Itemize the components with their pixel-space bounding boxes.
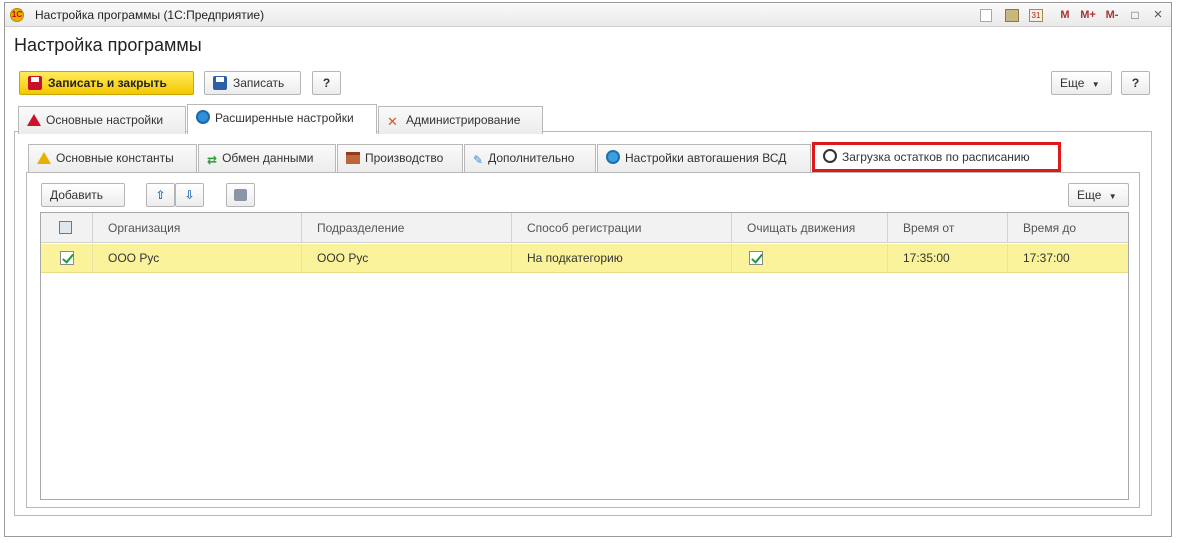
dropdown-arrow-icon: ▼ (1091, 80, 1100, 89)
exchange-icon: ⇄ (207, 153, 218, 167)
factory-icon (346, 152, 360, 164)
warning-yellow-icon (37, 152, 51, 164)
arrow-up-icon: ⇧ (155, 188, 166, 202)
header-check-column[interactable] (41, 213, 93, 243)
table-row[interactable]: ООО Рус ООО Рус На подкатегорию 17:35:00… (41, 244, 1128, 273)
tab-production[interactable]: Производство (337, 144, 463, 172)
title-bar: 1С Настройка программы (1С:Предприятие) … (5, 3, 1171, 27)
save-label: Записать (233, 76, 285, 90)
table-header: Организация Подразделение Способ регистр… (41, 213, 1128, 243)
close-button[interactable]: × (1151, 7, 1165, 23)
tab-basic-settings[interactable]: Основные настройки (18, 106, 186, 134)
header-organization[interactable]: Организация (94, 213, 302, 243)
tab-label: Администрирование (406, 113, 521, 127)
auto-icon (606, 150, 620, 164)
save-and-close-button[interactable]: Записать и закрыть (19, 71, 194, 95)
more-label: Еще (1060, 76, 1085, 90)
tab-scheduled-balance-load[interactable]: Загрузка остатков по расписанию (812, 142, 1061, 172)
warning-red-icon (27, 114, 41, 126)
grid-more-label: Еще (1077, 188, 1102, 202)
save-and-close-label: Записать и закрыть (48, 76, 167, 90)
cell-organization[interactable]: ООО Рус (94, 244, 302, 273)
floppy-icon (213, 76, 227, 90)
cell-division[interactable]: ООО Рус (303, 244, 512, 273)
tab-vsd-autoclose[interactable]: Настройки автогашения ВСД (597, 144, 811, 172)
header-division[interactable]: Подразделение (303, 213, 512, 243)
tab-label: Дополнительно (488, 151, 575, 165)
arrow-down-icon: ⇩ (184, 188, 195, 202)
header-time-to[interactable]: Время до (1009, 213, 1128, 243)
window-title: Настройка программы (1С:Предприятие) (35, 8, 265, 22)
page-title: Настройка программы (14, 35, 202, 55)
tab-additional[interactable]: ✎ Дополнительно (464, 144, 596, 172)
memory-m-button[interactable]: M (1057, 7, 1073, 23)
tab-label: Настройки автогашения ВСД (625, 151, 787, 165)
tab-label: Обмен данными (222, 151, 314, 165)
more-button[interactable]: Еще ▼ (1051, 71, 1112, 95)
maximize-button[interactable]: □ (1128, 7, 1142, 23)
settings-button[interactable] (226, 183, 255, 207)
header-registration-method[interactable]: Способ регистрации (513, 213, 732, 243)
header-time-from[interactable]: Время от (889, 213, 1008, 243)
tab-label: Загрузка остатков по расписанию (842, 150, 1030, 164)
tab-basic-constants[interactable]: Основные константы (28, 144, 197, 172)
tab-data-exchange[interactable]: ⇄ Обмен данными (198, 144, 336, 172)
list-settings-icon (234, 189, 247, 201)
tab-label: Производство (365, 151, 444, 165)
check-all-icon (59, 221, 72, 234)
memory-minus-button[interactable]: M- (1102, 7, 1122, 23)
calculator-icon[interactable] (1005, 9, 1019, 22)
add-button[interactable]: Добавить (41, 183, 125, 207)
row-check-cell[interactable] (41, 244, 93, 273)
checkbox-checked-icon[interactable] (60, 251, 74, 265)
clock-icon (823, 149, 837, 163)
cell-clear-movements[interactable] (733, 244, 888, 273)
move-up-button[interactable]: ⇧ (146, 183, 175, 207)
floppy-icon (28, 76, 42, 90)
grid-more-button[interactable]: Еще ▼ (1068, 183, 1129, 207)
tab-label: Основные константы (56, 151, 174, 165)
help-button[interactable]: ? (312, 71, 341, 95)
memory-plus-button[interactable]: M+ (1077, 7, 1099, 23)
extra-icon: ✎ (473, 153, 484, 167)
tab-label: Расширенные настройки (215, 111, 354, 125)
help-button-right[interactable]: ? (1121, 71, 1150, 95)
cell-time-to[interactable]: 17:37:00 (1009, 244, 1128, 273)
1c-logo-icon: 1С (10, 8, 24, 22)
calendar-icon[interactable]: 31 (1029, 9, 1043, 22)
move-down-button[interactable]: ⇩ (175, 183, 204, 207)
checkbox-checked-icon[interactable] (749, 251, 763, 265)
save-button[interactable]: Записать (204, 71, 301, 95)
tools-icon: ✕ (387, 114, 398, 129)
cell-registration-method[interactable]: На подкатегорию (513, 244, 732, 273)
cell-time-from[interactable]: 17:35:00 (889, 244, 1008, 273)
bookmark-icon[interactable] (980, 9, 992, 22)
gear-blue-icon (196, 110, 210, 124)
header-clear-movements[interactable]: Очищать движения (733, 213, 888, 243)
tab-label: Основные настройки (46, 113, 164, 127)
schedule-table[interactable]: Организация Подразделение Способ регистр… (40, 212, 1129, 500)
tab-advanced-settings[interactable]: Расширенные настройки (187, 104, 377, 134)
dropdown-arrow-icon: ▼ (1108, 192, 1117, 201)
tab-administration[interactable]: ✕ Администрирование (378, 106, 543, 134)
